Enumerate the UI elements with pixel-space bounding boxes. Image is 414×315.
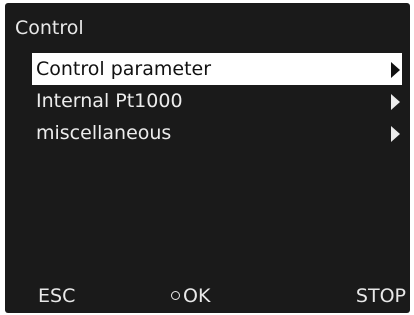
page-title: Control xyxy=(15,17,84,39)
arrow-right-icon xyxy=(391,62,400,78)
menu-item-control-parameter[interactable]: Control parameter xyxy=(32,53,402,85)
ok-label: OK xyxy=(183,285,211,307)
menu-item-internal-pt1000[interactable]: Internal Pt1000 xyxy=(32,85,402,117)
softkey-bar: ESC OK STOP xyxy=(5,281,410,311)
arrow-right-icon xyxy=(391,126,400,142)
menu-item-label: Control parameter xyxy=(36,58,212,80)
menu-list: Control parameter Internal Pt1000 miscel… xyxy=(32,53,402,149)
stop-softkey[interactable]: STOP xyxy=(356,281,406,311)
ok-softkey[interactable]: OK xyxy=(171,281,210,311)
knob-dot-icon xyxy=(171,291,180,300)
menu-item-miscellaneous[interactable]: miscellaneous xyxy=(32,117,402,149)
arrow-right-icon xyxy=(391,94,400,110)
menu-item-label: Internal Pt1000 xyxy=(36,90,183,112)
menu-item-label: miscellaneous xyxy=(36,122,172,144)
esc-softkey[interactable]: ESC xyxy=(38,281,75,311)
display-screen: Control Control parameter Internal Pt100… xyxy=(5,3,410,313)
